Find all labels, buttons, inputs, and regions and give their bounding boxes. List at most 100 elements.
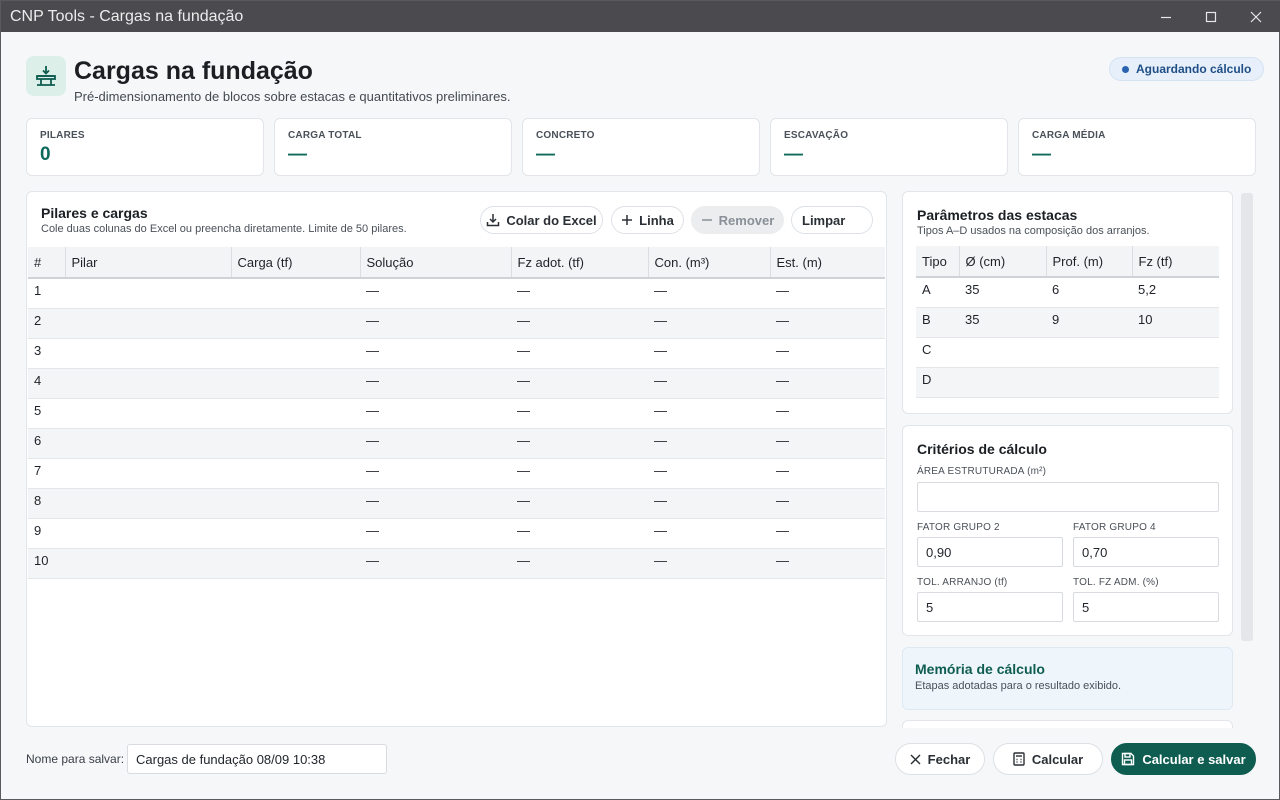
table-row[interactable]: C — [916, 337, 1219, 368]
table-cell[interactable]: — — [360, 458, 511, 489]
table-cell[interactable] — [231, 278, 360, 309]
table-cell[interactable]: 35 — [959, 307, 1046, 338]
area-input[interactable] — [917, 482, 1219, 512]
add-row-button[interactable]: Linha — [611, 206, 684, 234]
table-cell[interactable]: — — [360, 428, 511, 459]
table-cell[interactable]: — — [770, 548, 885, 579]
table-cell[interactable]: 6 — [1046, 277, 1132, 308]
table-row[interactable]: 10— — — — — [28, 548, 885, 579]
group2-input[interactable] — [917, 537, 1063, 567]
table-cell[interactable]: — — [360, 308, 511, 339]
table-cell[interactable] — [65, 398, 231, 429]
table-cell[interactable]: — — [511, 338, 648, 369]
column-header[interactable]: Tipo — [916, 246, 960, 278]
table-row[interactable]: 4— — — — — [28, 368, 885, 399]
table-cell[interactable] — [65, 458, 231, 489]
minimize-button[interactable] — [1143, 1, 1189, 32]
table-cell[interactable]: 1 — [28, 278, 65, 309]
save-name-input[interactable] — [127, 744, 387, 774]
table-cell[interactable] — [65, 548, 231, 579]
group4-input[interactable] — [1073, 537, 1219, 567]
calculate-save-button[interactable]: Calcular e salvar — [1111, 743, 1256, 775]
table-row[interactable]: A 35 6 5,2 — [916, 277, 1219, 308]
table-cell[interactable]: 35 — [959, 277, 1046, 308]
column-header[interactable]: Fz adot. (tf) — [511, 247, 649, 279]
table-cell[interactable]: 10 — [28, 548, 65, 579]
table-cell[interactable]: C — [916, 337, 959, 368]
table-cell[interactable]: — — [648, 398, 770, 429]
table-cell[interactable]: — — [648, 458, 770, 489]
table-row[interactable]: 2— — — — — [28, 308, 885, 339]
table-row[interactable]: D — [916, 367, 1219, 398]
table-cell[interactable]: — — [770, 518, 885, 549]
table-cell[interactable] — [231, 338, 360, 369]
table-cell[interactable]: B — [916, 307, 959, 338]
right-scrollbar[interactable] — [1241, 193, 1253, 641]
tol-arranjo-input[interactable] — [917, 592, 1063, 622]
table-row[interactable]: 8— — — — — [28, 488, 885, 519]
table-cell[interactable] — [1046, 367, 1132, 398]
table-cell[interactable] — [65, 338, 231, 369]
table-cell[interactable] — [65, 368, 231, 399]
table-cell[interactable]: — — [511, 368, 648, 399]
close-button[interactable]: Fechar — [895, 743, 985, 775]
table-cell[interactable]: — — [511, 458, 648, 489]
memory-panel[interactable]: Memória de cálculo Etapas adotadas para … — [902, 647, 1233, 710]
table-cell[interactable]: — — [770, 428, 885, 459]
column-header[interactable]: Con. (m³) — [648, 247, 771, 279]
table-cell[interactable] — [959, 367, 1046, 398]
table-cell[interactable] — [231, 458, 360, 489]
table-cell[interactable]: — — [511, 398, 648, 429]
table-cell[interactable]: 9 — [1046, 307, 1132, 338]
table-cell[interactable] — [1046, 337, 1132, 368]
column-header[interactable]: Ø (cm) — [959, 246, 1047, 278]
table-cell[interactable] — [65, 428, 231, 459]
table-cell[interactable]: 10 — [1132, 307, 1219, 338]
table-row[interactable]: 1— — — — — [28, 278, 885, 309]
table-cell[interactable] — [231, 518, 360, 549]
table-cell[interactable]: — — [770, 458, 885, 489]
table-cell[interactable]: 7 — [28, 458, 65, 489]
table-cell[interactable]: — — [770, 398, 885, 429]
column-header[interactable]: Fz (tf) — [1132, 246, 1219, 278]
table-cell[interactable]: — — [360, 368, 511, 399]
table-cell[interactable]: — — [770, 488, 885, 519]
table-row[interactable]: 3— — — — — [28, 338, 885, 369]
table-cell[interactable]: — — [770, 338, 885, 369]
clear-button[interactable]: Limpar — [791, 206, 873, 234]
paste-excel-button[interactable]: Colar do Excel — [480, 206, 603, 234]
table-cell[interactable] — [65, 278, 231, 309]
column-header[interactable]: Carga (tf) — [231, 247, 361, 279]
table-cell[interactable] — [65, 308, 231, 339]
column-header[interactable]: # — [28, 247, 66, 279]
remove-row-button[interactable]: Remover — [691, 206, 784, 234]
table-cell[interactable]: — — [648, 428, 770, 459]
table-row[interactable]: 5— — — — — [28, 398, 885, 429]
table-cell[interactable]: — — [770, 308, 885, 339]
table-cell[interactable]: — — [511, 548, 648, 579]
column-header[interactable]: Est. (m) — [770, 247, 885, 279]
table-cell[interactable]: — — [648, 518, 770, 549]
table-cell[interactable] — [65, 488, 231, 519]
table-cell[interactable]: — — [648, 488, 770, 519]
column-header[interactable]: Solução — [360, 247, 512, 279]
table-cell[interactable] — [231, 398, 360, 429]
tol-fz-input[interactable] — [1073, 592, 1219, 622]
table-cell[interactable]: — — [770, 278, 885, 309]
table-cell[interactable] — [959, 337, 1046, 368]
table-cell[interactable] — [1132, 337, 1219, 368]
table-row[interactable]: 9— — — — — [28, 518, 885, 549]
table-cell[interactable]: — — [511, 278, 648, 309]
table-cell[interactable] — [231, 428, 360, 459]
maximize-button[interactable] — [1188, 1, 1234, 32]
table-cell[interactable]: 2 — [28, 308, 65, 339]
table-cell[interactable]: A — [916, 277, 959, 308]
calculate-button[interactable]: Calcular — [993, 743, 1103, 775]
table-cell[interactable]: — — [360, 548, 511, 579]
table-cell[interactable]: — — [511, 308, 648, 339]
table-cell[interactable]: D — [916, 367, 959, 398]
table-cell[interactable] — [231, 308, 360, 339]
table-row[interactable]: 6— — — — — [28, 428, 885, 459]
table-cell[interactable]: — — [511, 428, 648, 459]
table-cell[interactable]: 5 — [28, 398, 65, 429]
